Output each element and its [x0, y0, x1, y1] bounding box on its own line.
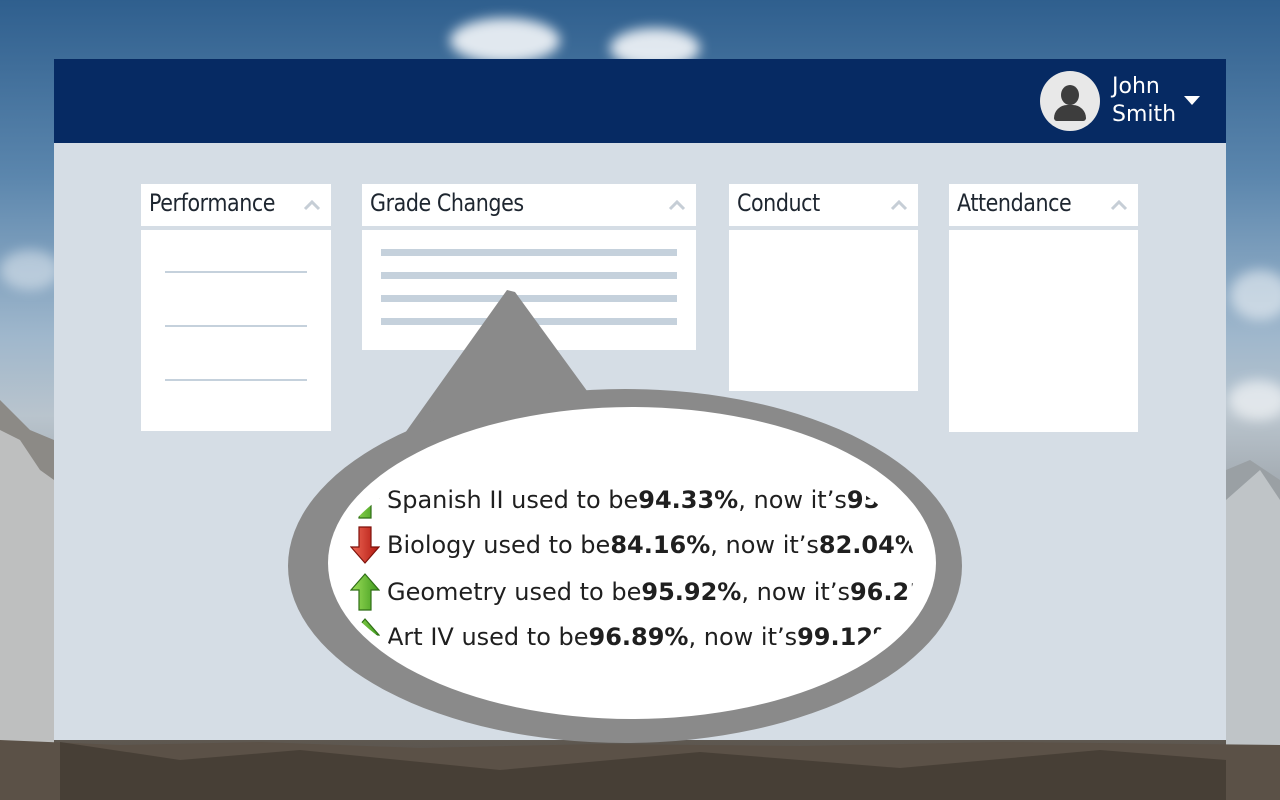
grade-change-prefix: Art IV used to be: [387, 623, 589, 651]
widget-header: Grade Changes: [362, 184, 696, 226]
user-menu[interactable]: John Smith: [1040, 67, 1200, 135]
widget-title: Grade Changes: [370, 189, 524, 217]
widget-title: Attendance: [957, 189, 1072, 217]
placeholder-line: [381, 295, 677, 302]
widget-grade-changes: Grade Changes: [362, 184, 696, 350]
widget-attendance: Attendance: [949, 184, 1138, 432]
user-last-name: Smith: [1112, 102, 1177, 127]
placeholder-line: [381, 318, 677, 325]
chevron-up-icon[interactable]: [890, 199, 908, 211]
grade-change-mid: , now it’s: [738, 486, 847, 514]
avatar-icon[interactable]: [1040, 71, 1100, 131]
grade-changes-list: Spanish II used to be 94.33% , now it’s …: [350, 478, 919, 658]
arrow-down-icon: [350, 526, 380, 564]
widget-body: [362, 230, 696, 350]
widget-body: [141, 230, 331, 431]
grade-change-row: Art IV used to be 96.89% , now it’s 99.1…: [350, 617, 905, 657]
grade-change-row: Geometry used to be 95.92% , now it’s 96…: [350, 572, 915, 612]
placeholder-line: [165, 325, 307, 327]
user-name[interactable]: John Smith: [1112, 73, 1178, 129]
chevron-up-icon[interactable]: [668, 199, 686, 211]
grade-change-row: Spanish II used to be 94.33% , now it’s …: [350, 480, 915, 520]
widget-title: Performance: [149, 189, 276, 217]
placeholder-line: [381, 249, 677, 256]
top-navigation-bar: John Smith: [54, 59, 1226, 143]
widget-title: Conduct: [737, 189, 820, 217]
grade-old-value: 95.92%: [641, 578, 742, 606]
widget-header: Performance: [141, 184, 331, 226]
grade-change-mid: , now it’s: [710, 531, 819, 559]
grade-change-prefix: Spanish II used to be: [387, 486, 639, 514]
widget-header: Attendance: [949, 184, 1138, 226]
grade-old-value: 96.89%: [588, 623, 689, 651]
placeholder-line: [165, 271, 307, 273]
widget-body: [949, 230, 1138, 432]
grade-old-value: 84.16%: [610, 531, 711, 559]
grade-change-mid: , now it’s: [688, 623, 798, 651]
placeholder-line: [165, 379, 307, 381]
grade-old-value: 94.33%: [638, 486, 739, 514]
widget-body: [729, 230, 918, 391]
widget-header: Conduct: [729, 184, 918, 226]
user-first-name: John: [1112, 74, 1160, 99]
grade-change-prefix: Biology used to be: [387, 531, 611, 559]
grade-change-mid: , now it’s: [741, 578, 850, 606]
caret-down-icon[interactable]: [1184, 95, 1200, 105]
grade-change-row: Biology used to be 84.16% , now it’s 82.…: [350, 525, 919, 565]
widget-performance: Performance: [141, 184, 331, 432]
placeholder-line: [381, 272, 677, 279]
chevron-up-icon[interactable]: [303, 199, 321, 211]
chevron-up-icon[interactable]: [1110, 199, 1128, 211]
grade-change-prefix: Geometry used to be: [387, 578, 642, 606]
grade-new-value: 82.04%: [818, 531, 919, 559]
widget-conduct: Conduct: [729, 184, 918, 391]
arrow-up-icon: [350, 573, 380, 611]
